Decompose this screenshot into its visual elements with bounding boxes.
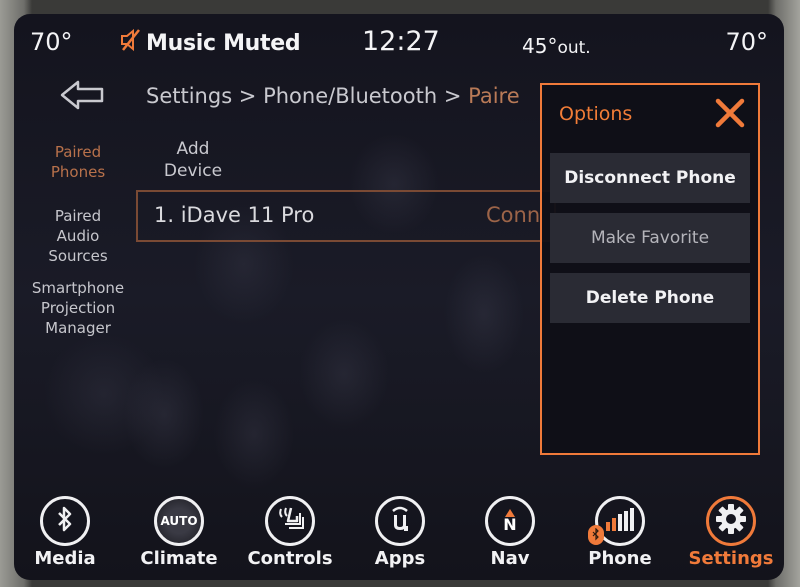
nav-label: Phone: [588, 548, 652, 569]
clock: 12:27: [362, 26, 440, 57]
sidebar-item-label: Paired: [54, 143, 102, 161]
signal-bars-icon: [605, 507, 635, 535]
breadcrumb-path: Settings > Phone/Bluetooth >: [146, 84, 469, 108]
gear-icon: [715, 503, 747, 539]
breadcrumb-current: Paire: [468, 84, 520, 108]
audio-status[interactable]: Music Muted: [120, 28, 301, 58]
nav-label: Climate: [140, 548, 218, 569]
back-arrow-icon: [58, 80, 108, 116]
breadcrumb: Settings > Phone/Bluetooth > Paire: [146, 84, 520, 108]
status-bar: 70° Music Muted 12:27 45°out. 70°: [14, 14, 784, 74]
nav-controls[interactable]: Controls: [240, 490, 340, 569]
compass-north-icon: N: [503, 509, 517, 534]
sidebar-item-label: Paired: [54, 207, 102, 225]
nav-phone[interactable]: Phone: [570, 490, 670, 569]
back-button[interactable]: [58, 78, 108, 112]
delete-phone-button[interactable]: Delete Phone: [550, 273, 750, 323]
climate-auto-icon: AUTO: [160, 514, 198, 528]
add-device-button[interactable]: Add Device: [148, 138, 238, 182]
device-list-item[interactable]: 1. iDave 11 Pro Conn: [136, 190, 556, 242]
nav-apps[interactable]: Apps: [350, 490, 450, 569]
nav-climate[interactable]: AUTO Climate: [129, 490, 229, 569]
nav-media[interactable]: Media: [15, 490, 115, 569]
passenger-temp[interactable]: 70°: [725, 28, 768, 56]
sidebar-item-label: Audio: [56, 227, 100, 245]
sidebar-item-smartphone-projection-manager[interactable]: Smartphone Projection Manager: [22, 278, 134, 338]
options-title: Options: [559, 103, 633, 125]
sidebar-item-label: Manager: [45, 319, 111, 337]
head-unit-screen: 70° Music Muted 12:27 45°out. 70° Settin…: [14, 14, 784, 580]
device-connection-status: Conn: [486, 203, 541, 227]
nav-label: Media: [34, 548, 96, 569]
options-popup: Options Disconnect Phone Make Favorite D…: [540, 83, 760, 455]
sidebar-item-paired-phones[interactable]: Paired Phones: [22, 142, 134, 182]
outside-temp-value: 45°: [522, 34, 558, 58]
device-name: 1. iDave 11 Pro: [154, 203, 315, 227]
make-favorite-button[interactable]: Make Favorite: [550, 213, 750, 263]
bottom-nav: Media AUTO Climate Controls Apps N Nav P…: [14, 490, 784, 580]
sidebar-item-label: Phones: [50, 163, 106, 181]
nav-label: Apps: [374, 548, 426, 569]
sidebar-item-label: Sources: [48, 247, 108, 265]
driver-temp[interactable]: 70°: [30, 28, 73, 56]
close-x-icon: [714, 98, 746, 133]
outside-temp-unit: out.: [557, 38, 591, 58]
bluetooth-icon: [55, 505, 75, 537]
nav-settings[interactable]: Settings: [681, 490, 781, 569]
close-button[interactable]: [714, 97, 746, 129]
nav-label: Nav: [490, 548, 530, 569]
nav-label: Settings: [688, 548, 774, 569]
add-device-label: Device: [163, 161, 223, 181]
seat-controls-icon: [275, 505, 305, 537]
bluetooth-connected-badge: [588, 525, 604, 545]
add-device-label: Add: [176, 139, 210, 159]
speaker-muted-icon: [120, 28, 142, 58]
sidebar-item-paired-audio-sources[interactable]: Paired Audio Sources: [22, 206, 134, 266]
outside-temp: 45°out.: [522, 34, 591, 58]
nav-nav[interactable]: N Nav: [460, 490, 560, 569]
sidebar-item-label: Smartphone: [31, 279, 125, 297]
disconnect-phone-button[interactable]: Disconnect Phone: [550, 153, 750, 203]
uconnect-apps-icon: [388, 504, 412, 538]
nav-label: Controls: [247, 548, 333, 569]
compass-letter: N: [503, 515, 517, 534]
audio-status-label: Music Muted: [146, 30, 301, 56]
sidebar-item-label: Projection: [40, 299, 116, 317]
